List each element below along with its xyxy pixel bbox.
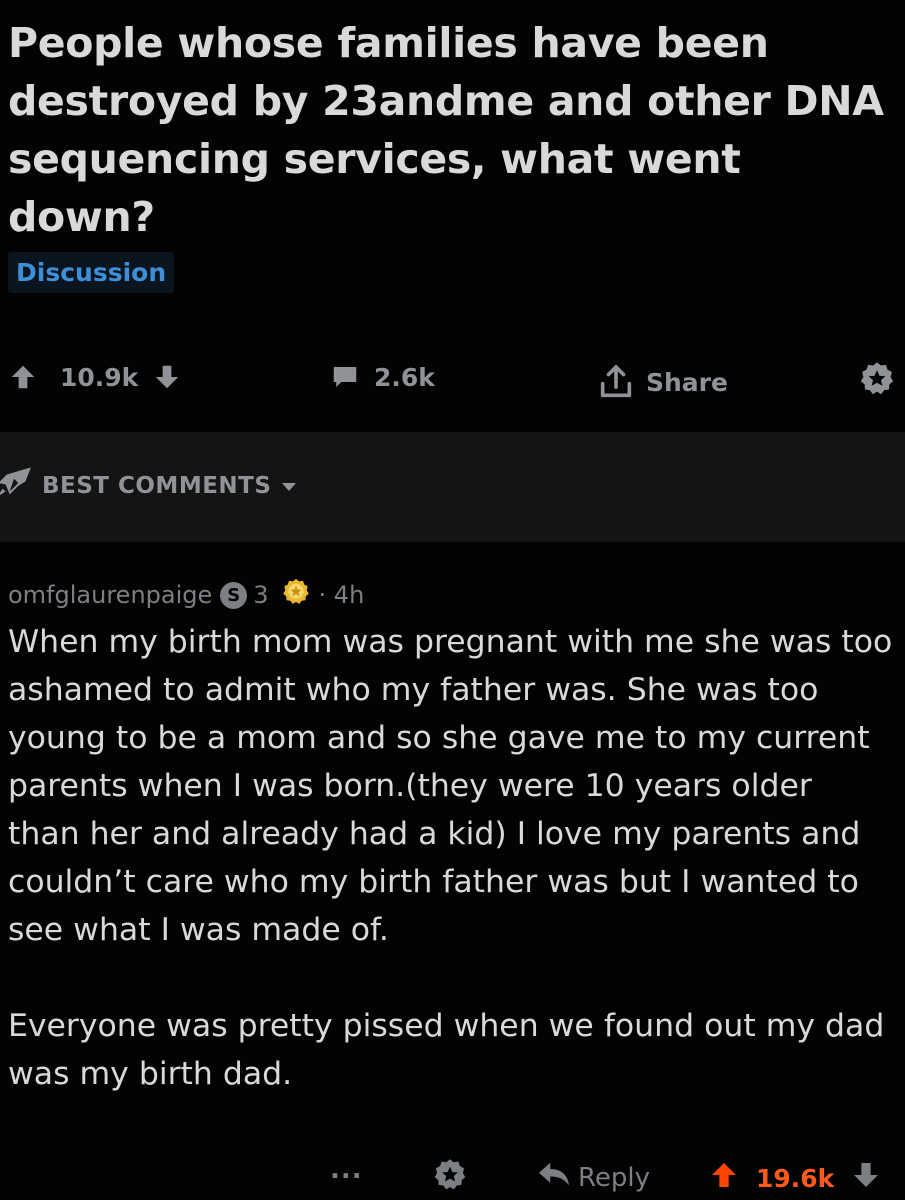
comment-award-button[interactable] — [432, 1157, 468, 1200]
sort-dropdown[interactable]: BEST COMMENTS — [0, 466, 297, 506]
more-options-icon: ... — [330, 1155, 363, 1185]
comment-age: · 4h — [318, 581, 365, 609]
speech-bubble-icon — [330, 362, 360, 392]
sort-label: BEST COMMENTS — [42, 473, 272, 499]
award-icon — [432, 1157, 468, 1200]
comment-card: omfglaurenpaige S 3 · 4h When my birth m… — [0, 542, 905, 1200]
comment-paragraph: Everyone was pretty pissed when we found… — [8, 1008, 885, 1092]
comment-body: When my birth mom was pregnant with me s… — [8, 618, 893, 1098]
post-title: People whose families have been destroye… — [8, 19, 884, 241]
post-vote-group: 10.9k — [8, 362, 182, 392]
reply-label: Reply — [578, 1162, 651, 1193]
rocket-icon — [0, 466, 34, 506]
share-label: Share — [646, 367, 728, 397]
comments-count: 2.6k — [374, 362, 435, 392]
comment-author[interactable]: omfglaurenpaige — [8, 581, 212, 609]
upvote-icon[interactable] — [708, 1159, 740, 1198]
comment-score: 19.6k — [756, 1164, 835, 1193]
post-score: 10.9k — [60, 362, 139, 392]
downvote-icon[interactable] — [850, 1159, 882, 1198]
post-action-bar: 10.9k 2.6k Share — [0, 350, 905, 406]
reply-button[interactable]: Reply — [536, 1159, 650, 1196]
karma-badge: S — [220, 581, 248, 609]
award-button[interactable] — [858, 360, 896, 398]
comments-button[interactable]: 2.6k — [330, 362, 435, 392]
share-icon — [596, 362, 636, 402]
award-icon — [858, 360, 896, 398]
comment-vote-group: 19.6k — [708, 1159, 882, 1198]
comment-meta: omfglaurenpaige S 3 · 4h — [8, 578, 364, 612]
post-card: People whose families have been destroye… — [0, 0, 905, 432]
comment-paragraph: When my birth mom was pregnant with me s… — [8, 624, 893, 948]
share-button[interactable]: Share — [596, 362, 728, 402]
downvote-icon[interactable] — [152, 362, 182, 392]
reply-arrow-icon — [536, 1159, 572, 1196]
more-options-button[interactable]: ... — [330, 1155, 363, 1185]
post-flair[interactable]: Discussion — [8, 252, 175, 293]
comment-action-bar: ... Reply 19.6k — [0, 1155, 905, 1200]
karma-count: 3 — [253, 581, 269, 609]
gold-award-icon[interactable] — [281, 577, 311, 613]
upvote-icon[interactable] — [8, 362, 38, 392]
caret-down-icon — [281, 473, 297, 499]
